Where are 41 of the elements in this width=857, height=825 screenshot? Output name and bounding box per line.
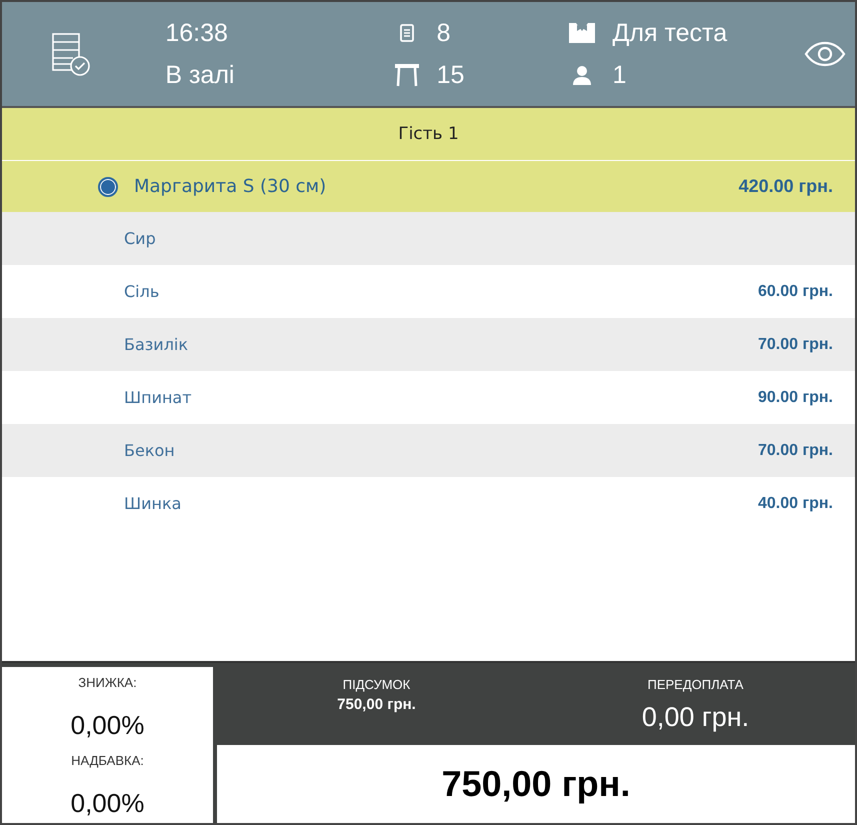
discount-label: ЗНИЖКА: (78, 675, 137, 690)
modifier-price: 60.00 грн. (758, 282, 833, 300)
checked-list-icon[interactable] (51, 32, 92, 76)
item-price: 420.00 грн. (738, 176, 833, 197)
modifier-name: Шпинат (124, 388, 193, 407)
modifier-name: Шинка (124, 494, 182, 513)
order-time: 16:38 (165, 18, 229, 49)
subtotal-label: ПІДСУМОК (342, 677, 410, 692)
modifier-price: 90.00 грн. (758, 388, 833, 406)
subtotal-value: 750,00 грн. (337, 696, 416, 713)
modifier-price: 40.00 грн. (758, 494, 833, 512)
modifier-name: Сіль (124, 282, 160, 301)
guest-count: 1 (612, 60, 626, 91)
eye-icon[interactable] (804, 41, 846, 67)
markup-label: НАДБАВКА: (71, 753, 144, 768)
modifier-row[interactable]: Бекон 70.00 грн. (2, 424, 855, 477)
modifier-name: Сир (124, 229, 157, 248)
order-item-row[interactable]: Маргарита S (30 см) 420.00 грн. (2, 161, 855, 212)
guest-header[interactable]: Гість 1 (2, 108, 855, 161)
guest-title: Гість 1 (398, 124, 459, 144)
markup-value: 0,00% (70, 788, 144, 819)
modifier-row[interactable]: Базилік 70.00 грн. (2, 318, 855, 371)
table-icon (394, 63, 420, 87)
person-icon (572, 65, 592, 85)
radio-button[interactable] (98, 176, 118, 196)
modifier-name: Базилік (124, 335, 190, 354)
modifier-price: 70.00 грн. (758, 336, 833, 354)
discount-value: 0,00% (70, 710, 144, 741)
waiter-name: Для теста (612, 18, 728, 49)
service-location: В залі (165, 60, 236, 91)
total-value: 750,00 грн. (442, 763, 630, 805)
prepayment-value: 0,00 грн. (642, 702, 750, 733)
modifier-price: 70.00 грн. (758, 442, 833, 460)
order-count: 8 (436, 18, 450, 49)
prepayment-label: ПЕРЕДОПЛАТА (648, 677, 744, 692)
modifier-name: Бекон (124, 441, 176, 460)
waiter-icon (568, 22, 596, 44)
document-icon (400, 24, 414, 42)
item-name: Маргарита S (30 см) (134, 176, 328, 197)
table-number: 15 (436, 60, 464, 91)
modifier-row[interactable]: Сир (2, 212, 855, 265)
